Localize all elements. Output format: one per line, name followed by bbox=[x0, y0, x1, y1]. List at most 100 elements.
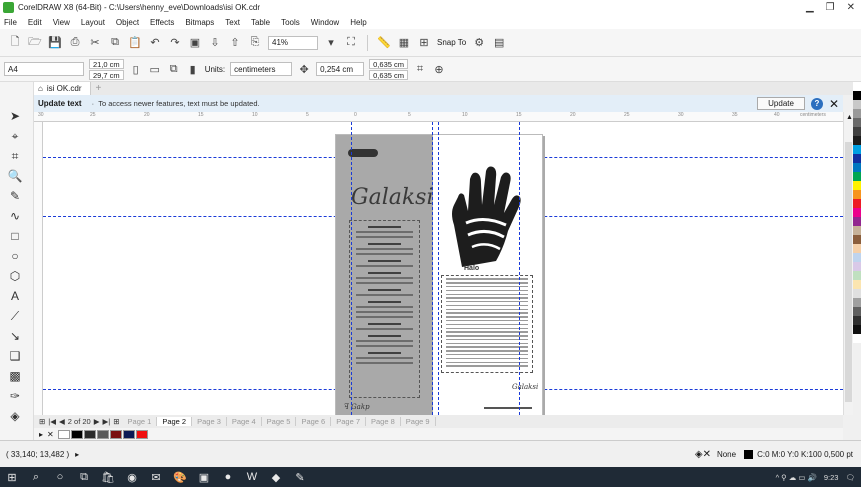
palette-swatch[interactable] bbox=[853, 217, 861, 226]
page-tab-4[interactable]: Page 4 bbox=[227, 417, 262, 426]
open-icon[interactable]: 🗁 bbox=[28, 36, 42, 50]
text-tool-icon[interactable]: A bbox=[6, 288, 24, 304]
close-icon[interactable]: ✕ bbox=[847, 2, 855, 13]
palette-swatch[interactable] bbox=[853, 271, 861, 280]
ellipse-tool-icon[interactable]: ○ bbox=[6, 248, 24, 264]
menu-table[interactable]: Table bbox=[251, 18, 270, 27]
palette-swatch[interactable] bbox=[853, 118, 861, 127]
print-icon[interactable]: ⎙ bbox=[68, 36, 82, 50]
menu-bitmaps[interactable]: Bitmaps bbox=[185, 18, 214, 27]
vertical-ruler[interactable] bbox=[34, 122, 43, 415]
zoom-tool-icon[interactable]: 🔍 bbox=[6, 168, 24, 184]
save-icon[interactable]: 💾 bbox=[48, 36, 62, 50]
palette-swatch[interactable] bbox=[853, 109, 861, 118]
clock[interactable]: 9:23 bbox=[824, 473, 839, 482]
portrait-icon[interactable]: ▯ bbox=[129, 62, 143, 76]
pick-tool-icon[interactable]: ➤ bbox=[6, 108, 24, 124]
tray-icons[interactable]: ^ ⚲ ☁ ▭ 🔊 bbox=[776, 473, 817, 482]
document-tab[interactable]: ⌂ isi OK.cdr bbox=[34, 82, 91, 95]
palette-swatch[interactable] bbox=[853, 199, 861, 208]
previous-page-icon[interactable]: ◀ bbox=[59, 417, 65, 426]
duplicate-x-field[interactable]: 0,635 cm bbox=[369, 58, 408, 69]
signature-left[interactable]: ꟻ Gakp bbox=[344, 403, 370, 411]
palette-swatch[interactable] bbox=[853, 172, 861, 181]
palette-swatch[interactable] bbox=[853, 163, 861, 172]
footer-text-line[interactable] bbox=[484, 407, 532, 409]
swatch[interactable] bbox=[135, 429, 148, 439]
menu-file[interactable]: File bbox=[4, 18, 17, 27]
drawing-canvas[interactable]: Galaksi ꟻ Gakp Halo Galaksi bbox=[43, 122, 843, 415]
palette-swatch[interactable] bbox=[853, 298, 861, 307]
cortana-icon[interactable]: ○ bbox=[54, 471, 66, 483]
page-height-field[interactable]: 29,7 cm bbox=[89, 69, 124, 80]
palette-swatch[interactable] bbox=[853, 325, 861, 334]
browser-icon[interactable]: ◉ bbox=[126, 471, 138, 484]
palette-swatch[interactable] bbox=[853, 190, 861, 199]
palette-swatch[interactable] bbox=[853, 100, 861, 109]
units-select[interactable]: centimeters bbox=[230, 62, 293, 76]
status-arrow-icon[interactable]: ▸ bbox=[75, 450, 79, 459]
menu-help[interactable]: Help bbox=[350, 18, 366, 27]
menu-window[interactable]: Window bbox=[311, 18, 339, 27]
word-icon[interactable]: W bbox=[246, 471, 258, 483]
minimize-icon[interactable]: ▁ bbox=[806, 2, 814, 13]
shape-tool-icon[interactable]: ⌖ bbox=[6, 128, 24, 144]
page-tab-2[interactable]: Page 2 bbox=[157, 417, 193, 426]
transparency-tool-icon[interactable]: ▩ bbox=[6, 368, 24, 384]
show-guidelines-icon[interactable]: ⊞ bbox=[417, 36, 431, 50]
palette-swatch[interactable] bbox=[853, 289, 861, 298]
palette-swatch[interactable] bbox=[853, 262, 861, 271]
menu-effects[interactable]: Effects bbox=[150, 18, 174, 27]
paint-icon[interactable]: 🎨 bbox=[173, 471, 187, 484]
scroll-up-icon[interactable]: ▲ bbox=[846, 114, 853, 121]
page-tab-3[interactable]: Page 3 bbox=[192, 417, 227, 426]
copy-icon[interactable]: ⧉ bbox=[108, 36, 122, 50]
show-grid-icon[interactable]: ▦ bbox=[397, 36, 411, 50]
export-icon[interactable]: ⇧ bbox=[228, 36, 242, 50]
windows-start-icon[interactable]: ⊞ bbox=[6, 471, 18, 484]
add-page-before-icon[interactable]: ⊞ bbox=[39, 417, 45, 426]
paste-icon[interactable]: 📋 bbox=[128, 36, 142, 50]
swatch[interactable] bbox=[83, 429, 96, 439]
undo-icon[interactable]: ↶ bbox=[148, 36, 162, 50]
duplicate-y-field[interactable]: 0,635 cm bbox=[369, 69, 408, 80]
add-page-after-icon[interactable]: ⊞ bbox=[113, 417, 119, 426]
close-notification-icon[interactable]: ✕ bbox=[829, 97, 839, 111]
landscape-icon[interactable]: ▭ bbox=[148, 62, 162, 76]
store-icon[interactable]: 🛍 bbox=[101, 471, 115, 484]
palette-swatch[interactable] bbox=[853, 235, 861, 244]
zoom-level-field[interactable]: 41% bbox=[268, 35, 318, 50]
notifications-icon[interactable]: 🗨 bbox=[845, 473, 855, 482]
page-tab-1[interactable]: Page 1 bbox=[123, 417, 158, 426]
fill-indicator-icon[interactable]: ◈✕ bbox=[695, 449, 711, 460]
last-page-icon[interactable]: ▶| bbox=[103, 417, 111, 426]
crop-tool-icon[interactable]: ⌗ bbox=[6, 148, 24, 164]
palette-swatch[interactable] bbox=[853, 91, 861, 100]
guideline-vertical[interactable] bbox=[351, 122, 352, 415]
palette-swatch[interactable] bbox=[853, 334, 861, 343]
palette-swatch[interactable] bbox=[853, 181, 861, 190]
menu-object[interactable]: Object bbox=[116, 18, 139, 27]
palette-swatch[interactable] bbox=[853, 280, 861, 289]
parallel-dimension-icon[interactable]: ⟋ bbox=[6, 308, 24, 324]
menu-tools[interactable]: Tools bbox=[281, 18, 300, 27]
task-view-icon[interactable]: ⧉ bbox=[78, 471, 90, 483]
scroll-thumb[interactable] bbox=[845, 142, 852, 402]
palette-swatch[interactable] bbox=[853, 82, 861, 91]
swatch[interactable] bbox=[122, 429, 135, 439]
top-pill-shape[interactable] bbox=[348, 149, 378, 157]
freehand-tool-icon[interactable]: ✎ bbox=[6, 188, 24, 204]
galaksi-script-logo[interactable]: Galaksi bbox=[351, 185, 434, 210]
restore-icon[interactable]: ❐ bbox=[826, 2, 835, 13]
swatch[interactable] bbox=[70, 429, 83, 439]
first-page-icon[interactable]: |◀ bbox=[48, 417, 56, 426]
artistic-media-icon[interactable]: ∿ bbox=[6, 208, 24, 224]
page-tab-9[interactable]: Page 9 bbox=[401, 417, 436, 426]
palette-swatch[interactable] bbox=[853, 226, 861, 235]
application-launcher-icon[interactable]: ▤ bbox=[492, 36, 506, 50]
frame-icon[interactable]: ⌗ bbox=[413, 62, 427, 76]
all-pages-icon[interactable]: ⧉ bbox=[167, 62, 181, 76]
polygon-tool-icon[interactable]: ⬡ bbox=[6, 268, 24, 284]
rectangle-tool-icon[interactable]: □ bbox=[6, 228, 24, 244]
help-icon[interactable]: ? bbox=[810, 97, 823, 110]
